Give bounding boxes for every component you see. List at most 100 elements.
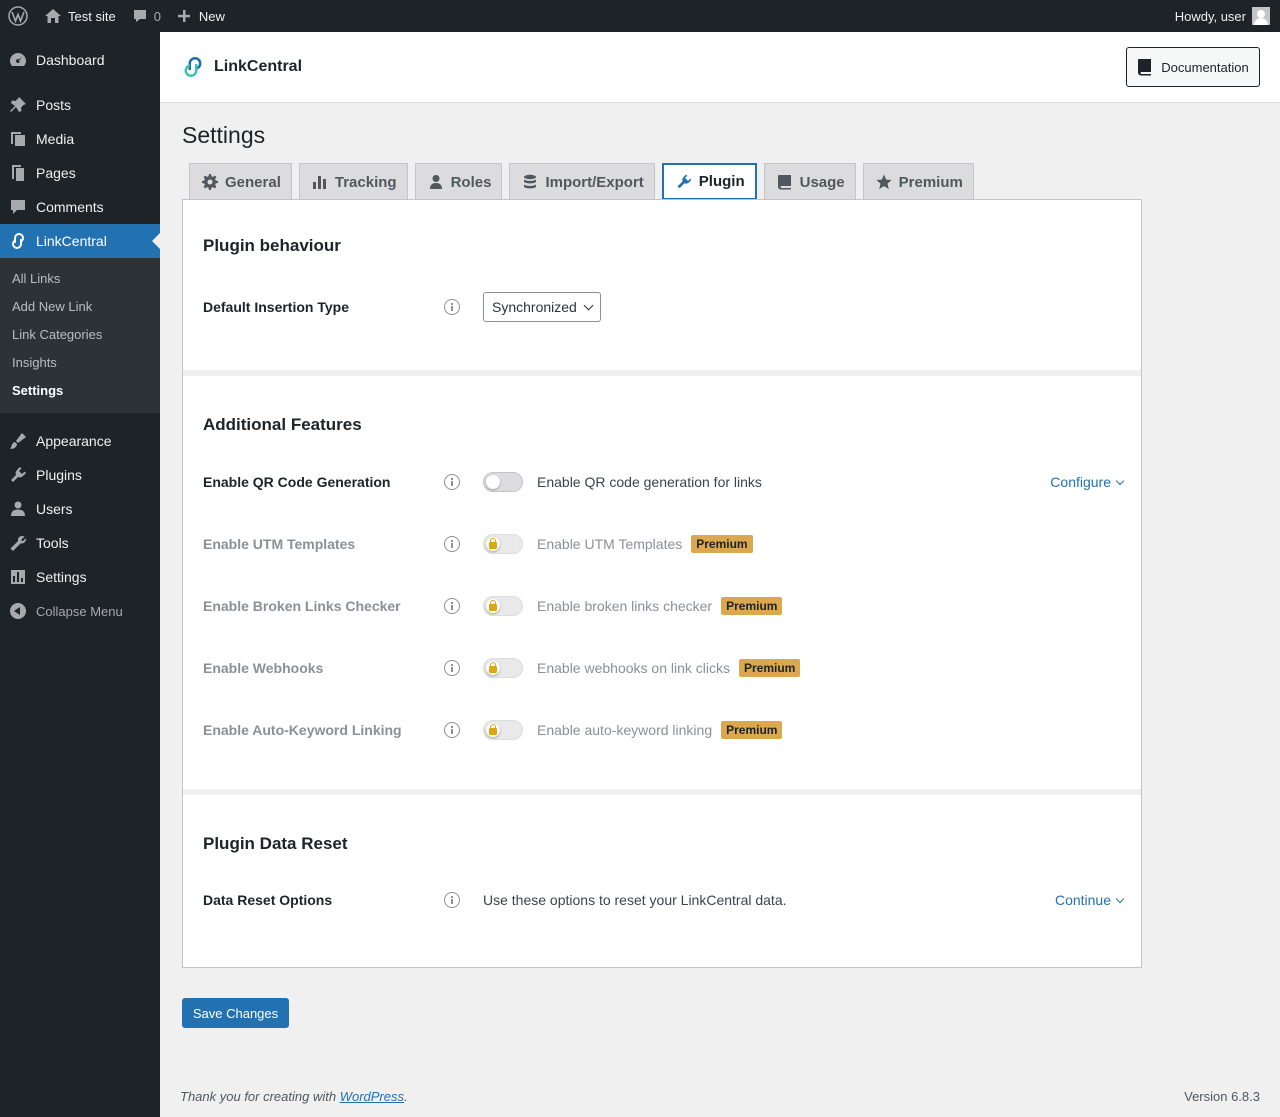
book-icon [1138,59,1152,76]
footer-thanks-suffix: . [404,1089,408,1104]
comments-count: 0 [153,8,161,24]
row-description: Enable QR code generation for links [537,474,762,490]
menu-item-linkcentral[interactable]: LinkCentral [0,224,160,258]
menu-item-pages[interactable]: Pages [0,156,160,190]
row-description: Enable broken links checker [537,598,713,614]
tab-label: Tracking [334,173,397,191]
info-icon[interactable] [444,536,460,552]
tab-premium[interactable]: Premium [862,163,974,200]
menu-item-plugins[interactable]: Plugins [0,458,160,492]
info-icon[interactable] [444,474,460,490]
row-broken-links: Enable Broken Links Checker Enable broke… [203,591,1123,621]
info-icon[interactable] [444,892,460,908]
users-icon [8,499,28,519]
submenu-link-categories[interactable]: Link Categories [0,321,160,349]
menu-item-comments[interactable]: Comments [0,190,160,224]
collapse-menu-button[interactable]: Collapse Menu [0,594,160,628]
row-description: Enable auto-keyword linking [537,722,713,738]
new-content-link[interactable]: New [169,0,233,32]
menu-item-tools[interactable]: Tools [0,526,160,560]
save-changes-button[interactable]: Save Changes [182,998,289,1028]
tab-tracking[interactable]: Tracking [298,163,408,200]
auto-keyword-toggle[interactable] [483,720,523,740]
menu-item-posts[interactable]: Posts [0,88,160,122]
toggle-knob [486,475,500,489]
qr-code-toggle[interactable] [483,472,523,492]
row-label: Enable Auto-Keyword Linking [203,722,402,738]
webhooks-toggle[interactable] [483,658,523,678]
chevron-down-icon [583,300,594,310]
linkcentral-submenu: All Links Add New Link Link Categories I… [0,258,160,413]
continue-link[interactable]: Continue [1055,892,1125,908]
comment-icon [133,10,146,22]
linkcentral-logo: LinkCentral [180,54,302,80]
section-title-behaviour: Plugin behaviour [203,236,341,255]
menu-label: Comments [36,199,104,215]
info-icon[interactable] [444,299,460,315]
configure-link[interactable]: Configure [1050,474,1125,490]
premium-badge: Premium [721,721,783,739]
menu-item-settings[interactable]: Settings [0,560,160,594]
menu-item-media[interactable]: Media [0,122,160,156]
documentation-label: Documentation [1161,59,1249,75]
menu-item-dashboard[interactable]: Dashboard [0,43,160,77]
row-label: Enable Broken Links Checker [203,598,401,614]
menu-item-appearance[interactable]: Appearance [0,424,160,458]
database-icon [524,174,537,189]
link-label: Configure [1050,474,1111,490]
row-webhooks: Enable Webhooks Enable webhooks on link … [203,653,1123,683]
menu-label: LinkCentral [36,233,107,249]
row-label: Enable UTM Templates [203,536,356,552]
submenu-insights[interactable]: Insights [0,349,160,377]
tab-roles[interactable]: Roles [414,163,503,200]
select-value: Synchronized [492,299,577,315]
chevron-down-icon [1115,894,1125,903]
menu-item-users[interactable]: Users [0,492,160,526]
home-icon [45,9,61,23]
comment-icon [8,197,28,217]
menu-label: Pages [36,165,76,181]
wordpress-link[interactable]: WordPress [340,1089,404,1104]
new-label: New [198,8,225,24]
premium-badge: Premium [739,659,801,677]
broken-links-toggle[interactable] [483,596,523,616]
section-divider [183,370,1141,376]
footer-version: Version 6.8.3 [1184,1089,1260,1104]
bar-chart-icon [312,176,326,189]
tab-usage[interactable]: Usage [763,163,856,200]
row-label: Data Reset Options [203,892,333,908]
menu-label: Posts [36,97,72,113]
utm-templates-toggle[interactable] [483,534,523,554]
row-label: Default Insertion Type [203,299,349,315]
submenu-all-links[interactable]: All Links [0,265,160,293]
tab-import-export[interactable]: Import/Export [509,163,655,200]
row-utm-templates: Enable UTM Templates Enable UTM Template… [203,529,1123,559]
media-icon [8,129,28,149]
settings-tabs: General Tracking Roles Import/Export Plu… [189,163,981,200]
info-icon[interactable] [444,598,460,614]
documentation-button[interactable]: Documentation [1126,47,1260,87]
chevron-down-icon [1115,476,1125,485]
submenu-settings[interactable]: Settings [0,377,160,405]
comments-link[interactable]: 0 [124,0,169,32]
toggle-knob [486,599,500,613]
tab-label: Roles [450,173,492,191]
info-icon[interactable] [444,660,460,676]
row-data-reset: Data Reset Options Use these options to … [203,885,1125,915]
site-name-link[interactable]: Test site [36,0,124,32]
row-auto-keyword: Enable Auto-Keyword Linking Enable auto-… [203,715,1123,745]
info-icon[interactable] [444,722,460,738]
menu-label: Appearance [36,433,112,449]
settings-panel: Plugin behaviour Default Insertion Type … [182,199,1142,968]
insertion-type-select[interactable]: Synchronized [483,292,601,322]
tab-label: Premium [898,173,963,191]
collapse-arrow-icon [8,601,28,621]
tab-plugin[interactable]: Plugin [661,163,757,200]
menu-label: Tools [36,535,69,551]
tab-general[interactable]: General [189,163,292,200]
wordpress-logo-icon[interactable] [0,0,36,32]
wrench-icon [8,533,28,553]
submenu-add-new-link[interactable]: Add New Link [0,293,160,321]
account-menu[interactable]: Howdy, user [1167,0,1280,32]
tab-label: Plugin [698,173,745,190]
